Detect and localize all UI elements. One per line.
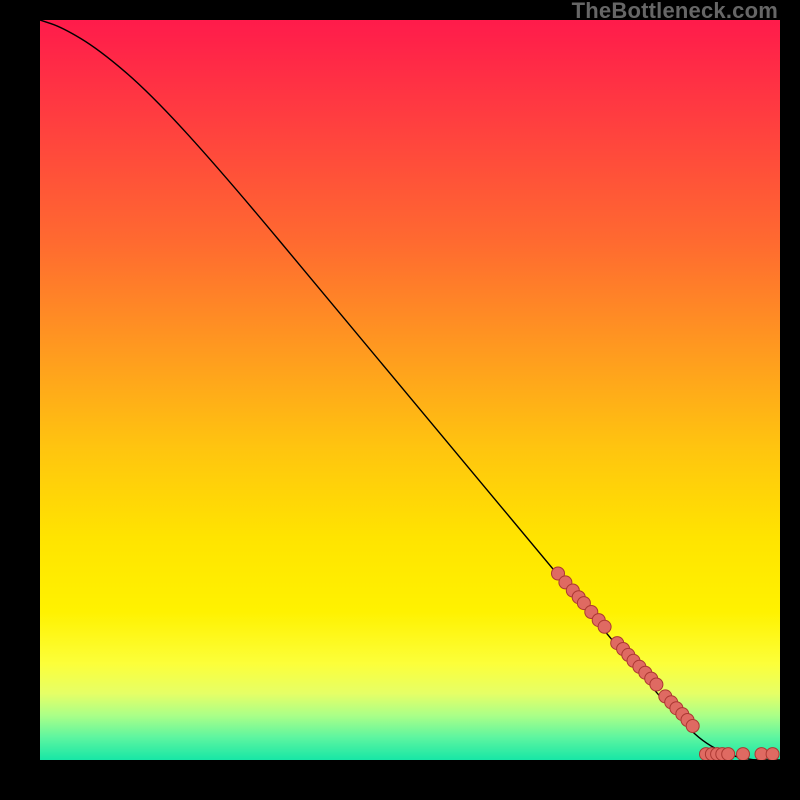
main-curve xyxy=(40,20,780,760)
data-point xyxy=(650,678,663,691)
data-point xyxy=(766,748,779,760)
watermark-label: TheBottleneck.com xyxy=(572,0,778,22)
plot-area xyxy=(40,20,780,760)
data-point xyxy=(598,620,611,633)
data-point xyxy=(737,748,750,760)
data-point xyxy=(722,748,735,760)
chart-frame: TheBottleneck.com xyxy=(0,0,800,800)
data-point xyxy=(686,720,699,733)
chart-svg xyxy=(40,20,780,760)
scatter-dots xyxy=(552,567,780,760)
